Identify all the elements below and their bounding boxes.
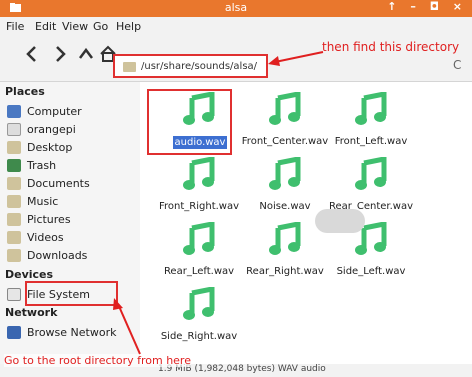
- sidebar-item-label: Music: [27, 195, 59, 208]
- sidebar-item-label: Downloads: [27, 249, 88, 262]
- menu-go[interactable]: Go: [93, 20, 108, 33]
- sidebar-item-label: orangepi: [27, 123, 76, 136]
- file-item[interactable]: Front_Center.wav: [242, 92, 328, 162]
- move-up-button[interactable]: ↑: [387, 0, 396, 13]
- up-button[interactable]: [76, 45, 96, 67]
- music-note-icon: [355, 92, 387, 125]
- annotation-bottom: Go to the root directory from here: [4, 354, 191, 367]
- close-button[interactable]: ×: [453, 0, 462, 13]
- music-note-icon: [183, 157, 215, 190]
- file-item[interactable]: Rear_Right.wav: [243, 222, 327, 292]
- menu-edit[interactable]: Edit: [35, 20, 56, 33]
- folder-icon: [7, 249, 21, 262]
- highlight-box-file-system: [25, 281, 118, 306]
- sidebar-item-label: Desktop: [27, 141, 73, 154]
- forward-button[interactable]: [50, 45, 70, 67]
- annotation-arrow-top: [268, 51, 324, 66]
- file-item[interactable]: Noise.wav: [243, 157, 327, 227]
- network-header: Network: [5, 306, 58, 319]
- file-name: Side_Right.wav: [160, 331, 238, 342]
- music-note-icon: [269, 157, 301, 190]
- file-item[interactable]: Front_Right.wav: [157, 157, 241, 227]
- trash-icon: [7, 159, 21, 172]
- highlight-box-audio: [147, 89, 232, 155]
- folder-icon: [7, 213, 21, 226]
- sidebar-item-label: Browse Network: [27, 326, 117, 339]
- annotation-arrow-bottom: [113, 298, 141, 355]
- annotation-top: then find this directory: [322, 40, 460, 54]
- computer-icon: [7, 105, 21, 118]
- menu-view[interactable]: View: [62, 20, 88, 33]
- places-header: Places: [5, 85, 45, 98]
- file-item[interactable]: Front_Left.wav: [329, 92, 413, 162]
- folder-icon: [7, 177, 21, 190]
- sidebar-item-label: Pictures: [27, 213, 71, 226]
- drive-icon: [7, 288, 21, 301]
- menu-bar: File Edit View Go Help: [0, 17, 472, 35]
- sidebar-item-label: Videos: [27, 231, 64, 244]
- folder-icon: [123, 62, 136, 72]
- file-name: Side_Left.wav: [336, 266, 406, 277]
- file-item[interactable]: Rear_Left.wav: [157, 222, 241, 292]
- music-note-icon: [269, 222, 301, 255]
- file-name: Front_Left.wav: [334, 136, 408, 147]
- network-icon: [7, 326, 21, 339]
- minimize-button[interactable]: –: [410, 0, 416, 13]
- path-text: /usr/share/sounds/alsa/: [141, 61, 258, 72]
- forward-icon: [56, 46, 66, 62]
- devices-header: Devices: [5, 268, 54, 281]
- music-note-icon: [183, 287, 215, 320]
- file-item[interactable]: Side_Right.wav: [157, 287, 241, 357]
- music-note-icon: [269, 92, 301, 125]
- menu-help[interactable]: Help: [116, 20, 141, 33]
- music-note-icon: [183, 222, 215, 255]
- sidebar-item-label: Trash: [27, 159, 57, 172]
- path-bar[interactable]: /usr/share/sounds/alsa/: [113, 54, 268, 78]
- title-bar: alsa ↑ – ◘ ×: [0, 0, 472, 17]
- sidebar-item-label: Computer: [27, 105, 82, 118]
- refresh-icon[interactable]: C: [453, 58, 461, 72]
- folder-icon: [7, 195, 21, 208]
- back-icon: [26, 46, 36, 62]
- home-icon: [7, 123, 21, 136]
- music-note-icon: [355, 157, 387, 190]
- maximize-button[interactable]: ◘: [430, 0, 439, 13]
- scroll-overlay: [315, 209, 365, 233]
- window-controls: ↑ – ◘ ×: [377, 0, 462, 13]
- up-icon: [79, 47, 93, 59]
- menu-file[interactable]: File: [6, 20, 24, 33]
- sidebar-item-label: Documents: [27, 177, 90, 190]
- back-button[interactable]: [22, 45, 42, 67]
- folder-icon: [7, 141, 21, 154]
- folder-icon: [7, 231, 21, 244]
